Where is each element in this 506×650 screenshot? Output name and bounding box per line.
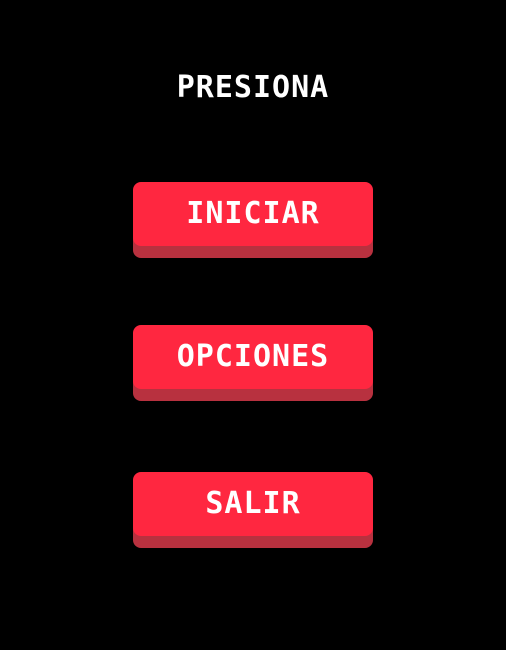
exit-button-label: SALIR [205, 486, 301, 521]
options-button-label: OPCIONES [176, 339, 330, 374]
menu-title: PRESIONA [176, 70, 330, 105]
start-button[interactable]: INICIAR [133, 182, 373, 258]
exit-button[interactable]: SALIR [133, 472, 373, 548]
start-button-label: INICIAR [186, 196, 320, 231]
main-menu-screen: PRESIONA INICIAR OPCIONES SALIR [0, 0, 506, 650]
options-button[interactable]: OPCIONES [133, 325, 373, 401]
